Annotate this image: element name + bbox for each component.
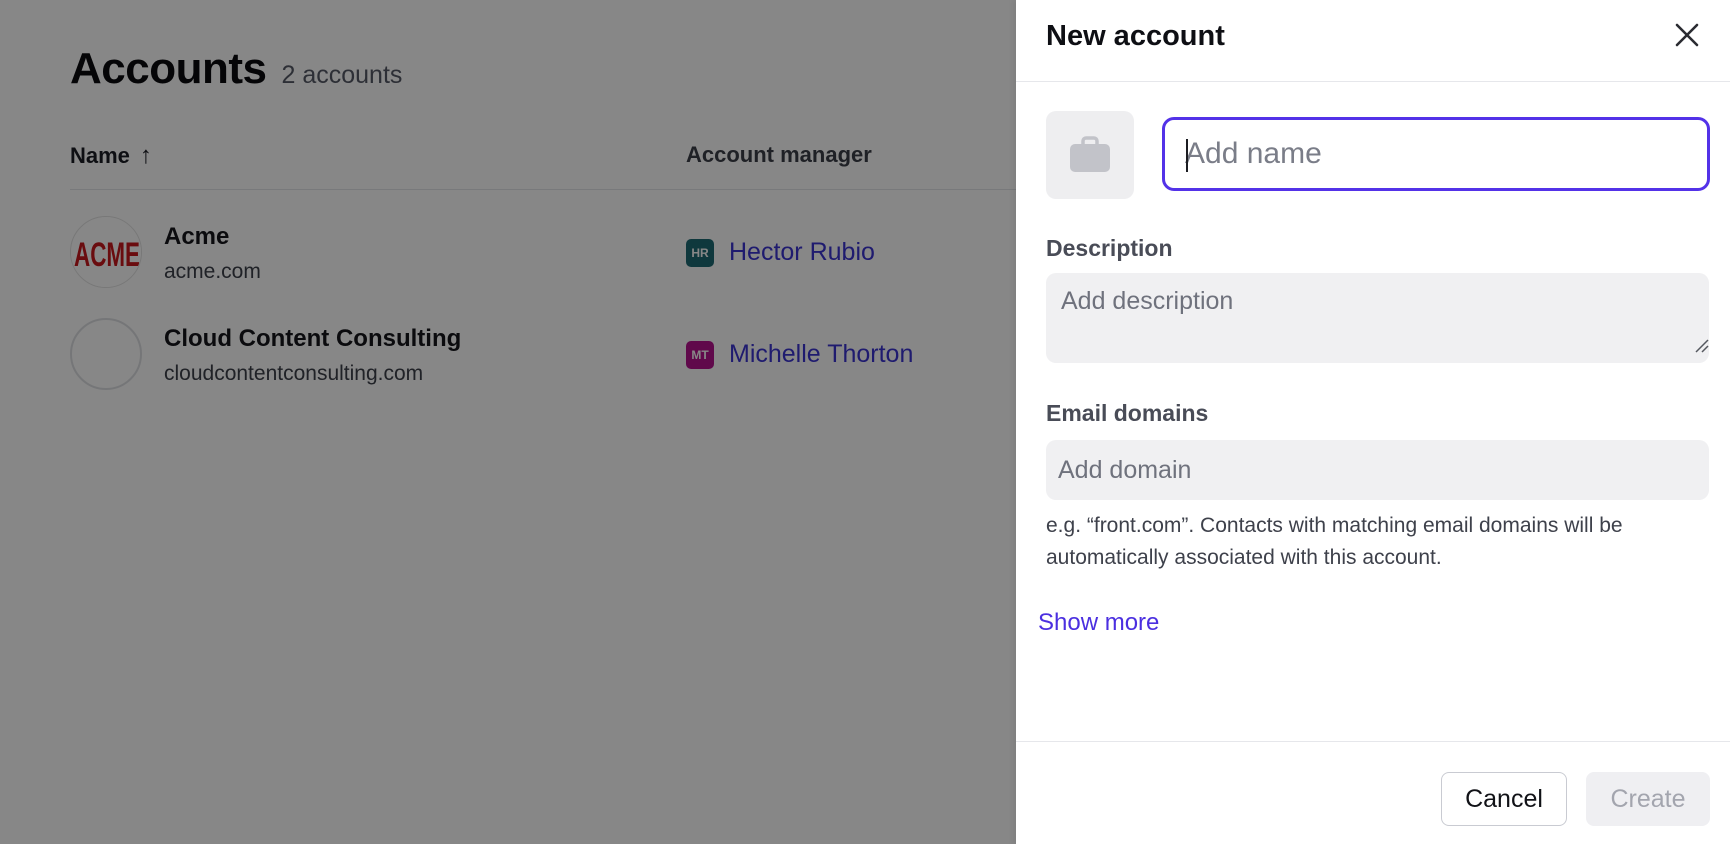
panel-title: New account — [1046, 20, 1225, 52]
resize-handle-icon[interactable] — [1693, 337, 1709, 353]
close-button[interactable] — [1672, 20, 1702, 50]
email-domain-input[interactable] — [1046, 440, 1709, 500]
panel-footer: Cancel Create — [1016, 741, 1730, 844]
description-label: Description — [1046, 235, 1173, 261]
new-account-panel: New account Description Email domains e.… — [1016, 0, 1730, 844]
briefcase-icon — [1070, 136, 1110, 172]
create-button[interactable]: Create — [1586, 772, 1710, 826]
close-icon — [1675, 23, 1699, 47]
cancel-button[interactable]: Cancel — [1441, 772, 1567, 826]
account-name-input[interactable] — [1162, 117, 1710, 191]
modal-backdrop[interactable] — [0, 0, 1016, 844]
show-more-link[interactable]: Show more — [1038, 609, 1159, 637]
panel-header: New account — [1016, 0, 1730, 82]
email-domains-label: Email domains — [1046, 400, 1209, 426]
text-cursor — [1186, 139, 1188, 172]
email-domains-help-text: e.g. “front.com”. Contacts with matching… — [1046, 514, 1623, 569]
account-avatar-picker[interactable] — [1046, 111, 1134, 199]
description-input[interactable] — [1046, 273, 1709, 363]
